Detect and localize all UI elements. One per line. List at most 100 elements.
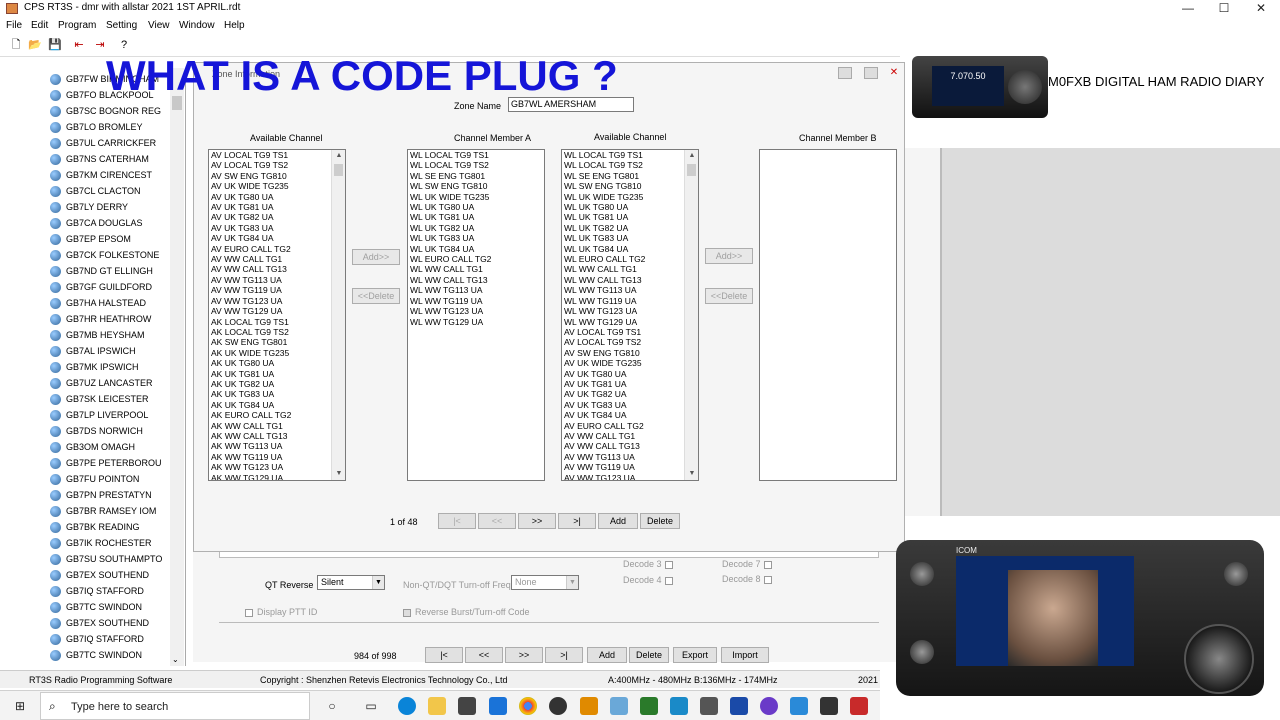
tree-item[interactable]: GB7EP EPSOM [50,232,131,246]
menu-help[interactable]: Help [224,20,245,31]
app-icon[interactable] [850,697,868,715]
list-item[interactable]: AV UK TG83 UA [562,400,698,410]
list-item[interactable]: WL UK TG81 UA [408,212,544,222]
menu-edit[interactable]: Edit [31,20,48,31]
list-item[interactable]: WL SW ENG TG810 [562,181,698,191]
list-item[interactable]: WL WW TG113 UA [408,285,544,295]
write-radio-icon[interactable]: ⇥ [93,38,107,52]
list-item[interactable]: WL WW TG119 UA [562,296,698,306]
channel-next-button[interactable]: >> [505,647,543,663]
chevron-down-icon[interactable]: ▼ [332,468,345,480]
zone-prev-button[interactable]: << [478,513,516,529]
list-scrollbar[interactable]: ▲ ▼ [331,150,345,480]
decode8-checkbox[interactable] [763,575,772,584]
save-icon[interactable]: 💾 [48,38,62,52]
list-item[interactable]: AV WW TG119 UA [562,462,698,472]
tree-item[interactable]: GB7DS NORWICH [50,424,143,438]
task-view-icon[interactable]: ▭ [362,697,380,715]
member-a-list[interactable]: WL LOCAL TG9 TS1 WL LOCAL TG9 TS2 WL SE EN… [407,149,545,481]
decode3-checkbox[interactable] [664,560,673,569]
zone-first-button[interactable]: |< [438,513,476,529]
export-button[interactable]: Export [673,647,717,663]
list-item[interactable]: AV WW TG119 UA [209,285,345,295]
list-item[interactable]: AK UK TG84 UA [209,400,345,410]
mail-icon[interactable] [489,697,507,715]
list-item[interactable]: WL EURO CALL TG2 [408,254,544,264]
decode7-checkbox[interactable] [763,560,772,569]
list-item[interactable]: WL UK WIDE TG235 [408,192,544,202]
zone-add-button[interactable]: Add [598,513,638,529]
app-icon[interactable] [580,697,598,715]
close-button[interactable]: ✕ [1243,0,1279,18]
app-icon[interactable] [760,697,778,715]
list-item[interactable]: WL UK TG80 UA [408,202,544,212]
list-item[interactable]: AV LOCAL TG9 TS2 [209,160,345,170]
tree-item[interactable]: GB7BR RAMSEY IOM [50,504,156,518]
tree-item[interactable]: GB7UL CARRICKFER [50,136,156,150]
list-item[interactable]: WL WW CALL TG1 [562,264,698,274]
list-item[interactable]: AV UK TG82 UA [209,212,345,222]
chevron-down-icon[interactable]: ▼ [372,576,384,589]
tree-item[interactable]: GB7MB HEYSHAM [50,328,145,342]
list-item[interactable]: AV SW ENG TG810 [209,171,345,181]
app-icon[interactable] [640,697,658,715]
display-ptt-checkbox[interactable] [245,608,253,617]
list-item[interactable]: AK WW TG113 UA [209,441,345,451]
open-icon[interactable]: 📂 [28,38,42,52]
list-item[interactable]: AK UK TG82 UA [209,379,345,389]
tree-item[interactable]: GB7IK ROCHESTER [50,536,152,550]
tree-item[interactable]: GB7CK FOLKESTONE [50,248,159,262]
list-item[interactable]: AV WW TG113 UA [562,452,698,462]
list-item[interactable]: AV EURO CALL TG2 [209,244,345,254]
scroll-thumb[interactable] [334,164,343,176]
list-item[interactable]: AV UK TG80 UA [562,369,698,379]
list-item[interactable]: AV WW CALL TG1 [562,431,698,441]
chevron-up-icon[interactable]: ▲ [685,150,698,162]
minimize-button[interactable]: — [1170,0,1206,18]
list-item[interactable]: AK LOCAL TG9 TS1 [209,317,345,327]
list-item[interactable]: AV WW CALL TG1 [209,254,345,264]
channel-prev-button[interactable]: << [465,647,503,663]
tree-item[interactable]: GB7EX SOUTHEND [50,616,149,630]
read-radio-icon[interactable]: ⇤ [72,38,86,52]
available-channel-b-list[interactable]: WL LOCAL TG9 TS1 WL LOCAL TG9 TS2 WL SE EN… [561,149,699,481]
app-icon[interactable] [610,697,628,715]
list-item[interactable]: AV LOCAL TG9 TS1 [562,327,698,337]
turnoff-freq-select[interactable]: None ▼ [511,575,579,590]
list-item[interactable]: AK WW TG119 UA [209,452,345,462]
delete-button-b[interactable]: <<Delete [705,288,753,304]
list-item[interactable]: WL WW TG119 UA [408,296,544,306]
help-icon[interactable]: ? [117,38,131,52]
list-item[interactable]: WL EURO CALL TG2 [562,254,698,264]
tree-item[interactable]: GB7LY DERRY [50,200,128,214]
chrome-icon[interactable] [519,697,537,715]
tree-item[interactable]: GB7SU SOUTHAMPTO [50,552,162,566]
list-item[interactable]: AK UK TG80 UA [209,358,345,368]
decode4-checkbox[interactable] [664,576,673,585]
zone-next-button[interactable]: >> [518,513,556,529]
chevron-down-icon[interactable]: ▼ [566,576,578,589]
list-item[interactable]: AV WW TG123 UA [209,296,345,306]
maximize-button[interactable]: ☐ [1206,0,1242,18]
list-item[interactable]: WL UK WIDE TG235 [562,192,698,202]
list-item[interactable]: AV UK TG80 UA [209,192,345,202]
windows-start-icon[interactable]: ⊞ [11,697,29,715]
channel-add-button[interactable]: Add [587,647,627,663]
list-item[interactable]: WL UK TG84 UA [562,244,698,254]
channel-delete-button[interactable]: Delete [629,647,669,663]
list-item[interactable]: WL UK TG82 UA [562,223,698,233]
list-item[interactable]: WL WW CALL TG1 [408,264,544,274]
tree-item[interactable]: GB7SC BOGNOR REG [50,104,161,118]
list-item[interactable]: WL SE ENG TG801 [408,171,544,181]
list-item[interactable]: AV WW TG123 UA [562,473,698,480]
tree-scrollbar[interactable]: ⌄ [170,68,184,666]
list-item[interactable]: WL LOCAL TG9 TS2 [408,160,544,170]
tree-item[interactable]: GB7HA HALSTEAD [50,296,146,310]
list-item[interactable]: WL WW TG129 UA [562,317,698,327]
available-channel-a-list[interactable]: AV LOCAL TG9 TS1 AV LOCAL TG9 TS2 AV SW EN… [208,149,346,481]
list-item[interactable]: AK WW TG129 UA [209,473,345,480]
tree-item[interactable]: GB7CL CLACTON [50,184,141,198]
list-item[interactable]: AK LOCAL TG9 TS2 [209,327,345,337]
tree-item[interactable]: GB7KM CIRENCEST [50,168,152,182]
tree-item[interactable]: GB7HR HEATHROW [50,312,151,326]
